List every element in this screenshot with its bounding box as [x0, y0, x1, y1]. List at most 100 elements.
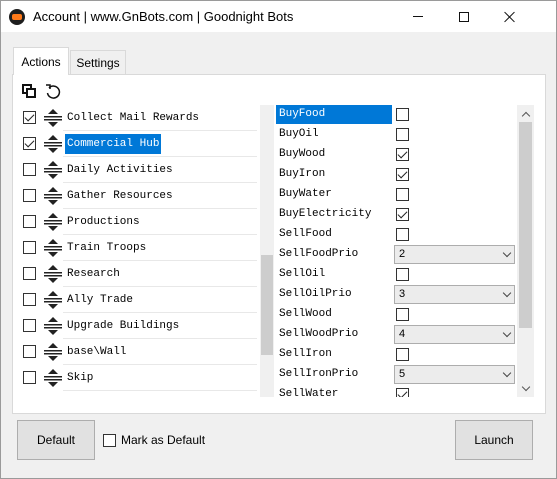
drag-handle-icon[interactable]: [43, 187, 63, 205]
setting-checkbox[interactable]: [396, 168, 409, 181]
reset-icon[interactable]: [45, 84, 61, 100]
action-item[interactable]: Ally Trade: [13, 287, 261, 313]
setting-label[interactable]: SellIronPrio: [276, 365, 392, 384]
chevron-down-icon[interactable]: [499, 326, 514, 343]
action-item[interactable]: Daily Activities: [13, 157, 261, 183]
setting-label[interactable]: SellFood: [276, 225, 392, 244]
setting-row[interactable]: SellIronPrio 5: [275, 365, 515, 385]
settings-scrollbar[interactable]: [517, 105, 534, 397]
action-label[interactable]: base\Wall: [65, 342, 128, 362]
action-checkbox[interactable]: [23, 345, 36, 358]
scrollbar-thumb[interactable]: [519, 122, 532, 328]
setting-row[interactable]: SellWood: [275, 305, 515, 325]
setting-checkbox[interactable]: [396, 268, 409, 281]
action-item[interactable]: Train Troops: [13, 235, 261, 261]
drag-handle-icon[interactable]: [43, 135, 63, 153]
setting-row[interactable]: SellOilPrio 3: [275, 285, 515, 305]
drag-handle-icon[interactable]: [43, 343, 63, 361]
setting-label[interactable]: BuyWater: [276, 185, 392, 204]
setting-label[interactable]: SellFoodPrio: [276, 245, 392, 264]
setting-checkbox[interactable]: [396, 188, 409, 201]
setting-label[interactable]: SellOilPrio: [276, 285, 392, 304]
setting-row[interactable]: BuyFood: [275, 105, 515, 125]
minimize-button[interactable]: [395, 1, 441, 32]
setting-checkbox[interactable]: [396, 228, 409, 241]
action-label[interactable]: Upgrade Buildings: [65, 316, 181, 336]
action-item[interactable]: Upgrade Buildings: [13, 313, 261, 339]
action-checkbox[interactable]: [23, 293, 36, 306]
action-label[interactable]: Collect Mail Rewards: [65, 108, 201, 128]
action-label[interactable]: Productions: [65, 212, 142, 232]
action-checkbox[interactable]: [23, 267, 36, 280]
chevron-down-icon[interactable]: [499, 366, 514, 383]
setting-label[interactable]: BuyFood: [276, 105, 392, 124]
scroll-up-button[interactable]: [517, 105, 534, 122]
action-checkbox[interactable]: [23, 241, 36, 254]
drag-handle-icon[interactable]: [43, 369, 63, 387]
drag-handle-icon[interactable]: [43, 161, 63, 179]
setting-row[interactable]: BuyOil: [275, 125, 515, 145]
action-item[interactable]: Productions: [13, 209, 261, 235]
setting-checkbox[interactable]: [396, 208, 409, 221]
drag-handle-icon[interactable]: [43, 265, 63, 283]
tab-settings[interactable]: Settings: [70, 50, 126, 75]
setting-row[interactable]: BuyWood: [275, 145, 515, 165]
action-checkbox[interactable]: [23, 163, 36, 176]
title-bar[interactable]: Account | www.GnBots.com | Goodnight Bot…: [1, 1, 556, 32]
chevron-down-icon[interactable]: [499, 286, 514, 303]
action-label[interactable]: Ally Trade: [65, 290, 135, 310]
setting-checkbox[interactable]: [396, 148, 409, 161]
action-item[interactable]: base\Wall: [13, 339, 261, 365]
setting-label[interactable]: BuyElectricity: [276, 205, 392, 224]
drag-handle-icon[interactable]: [43, 239, 63, 257]
setting-select[interactable]: 4: [394, 325, 515, 344]
action-list-scrollbar[interactable]: [260, 105, 274, 397]
action-item[interactable]: Skip: [13, 365, 261, 391]
setting-row[interactable]: SellFoodPrio 2: [275, 245, 515, 265]
default-button[interactable]: Default: [17, 420, 95, 460]
mark-as-default-checkbox[interactable]: [103, 433, 116, 447]
setting-row[interactable]: BuyWater: [275, 185, 515, 205]
setting-select[interactable]: 3: [394, 285, 515, 304]
action-label[interactable]: Gather Resources: [65, 186, 175, 206]
action-item[interactable]: Commercial Hub: [13, 131, 261, 157]
setting-label[interactable]: SellIron: [276, 345, 392, 364]
action-checkbox[interactable]: [23, 215, 36, 228]
setting-select[interactable]: 5: [394, 365, 515, 384]
setting-label[interactable]: SellOil: [276, 265, 392, 284]
action-list[interactable]: Collect Mail Rewards Commercial Hub Daily …: [13, 105, 261, 397]
action-label[interactable]: Train Troops: [65, 238, 148, 258]
scrollbar-thumb[interactable]: [261, 255, 273, 355]
setting-label[interactable]: BuyOil: [276, 125, 392, 144]
action-checkbox[interactable]: [23, 137, 36, 150]
action-label[interactable]: Commercial Hub: [65, 134, 162, 154]
setting-label[interactable]: SellWoodPrio: [276, 325, 392, 344]
setting-checkbox[interactable]: [396, 388, 409, 397]
drag-handle-icon[interactable]: [43, 317, 63, 335]
close-button[interactable]: [487, 1, 533, 32]
setting-label[interactable]: BuyIron: [276, 165, 392, 184]
settings-grid[interactable]: BuyFood BuyOil BuyWood BuyIron BuyWater BuyEl…: [275, 105, 515, 397]
setting-row[interactable]: SellIron: [275, 345, 515, 365]
action-checkbox[interactable]: [23, 111, 36, 124]
drag-handle-icon[interactable]: [43, 213, 63, 231]
setting-checkbox[interactable]: [396, 128, 409, 141]
setting-row[interactable]: SellWoodPrio 4: [275, 325, 515, 345]
setting-label[interactable]: BuyWood: [276, 145, 392, 164]
setting-row[interactable]: SellWater: [275, 385, 515, 397]
setting-row[interactable]: BuyIron: [275, 165, 515, 185]
drag-handle-icon[interactable]: [43, 291, 63, 309]
action-label[interactable]: Daily Activities: [65, 160, 175, 180]
setting-checkbox[interactable]: [396, 308, 409, 321]
setting-select[interactable]: 2: [394, 245, 515, 264]
setting-row[interactable]: SellFood: [275, 225, 515, 245]
chevron-down-icon[interactable]: [499, 246, 514, 263]
mark-as-default[interactable]: Mark as Default: [103, 432, 205, 448]
action-label[interactable]: Skip: [65, 368, 95, 388]
action-checkbox[interactable]: [23, 189, 36, 202]
setting-label[interactable]: SellWood: [276, 305, 392, 324]
setting-row[interactable]: BuyElectricity: [275, 205, 515, 225]
scroll-down-button[interactable]: [517, 380, 534, 397]
setting-row[interactable]: SellOil: [275, 265, 515, 285]
action-item[interactable]: Research: [13, 261, 261, 287]
